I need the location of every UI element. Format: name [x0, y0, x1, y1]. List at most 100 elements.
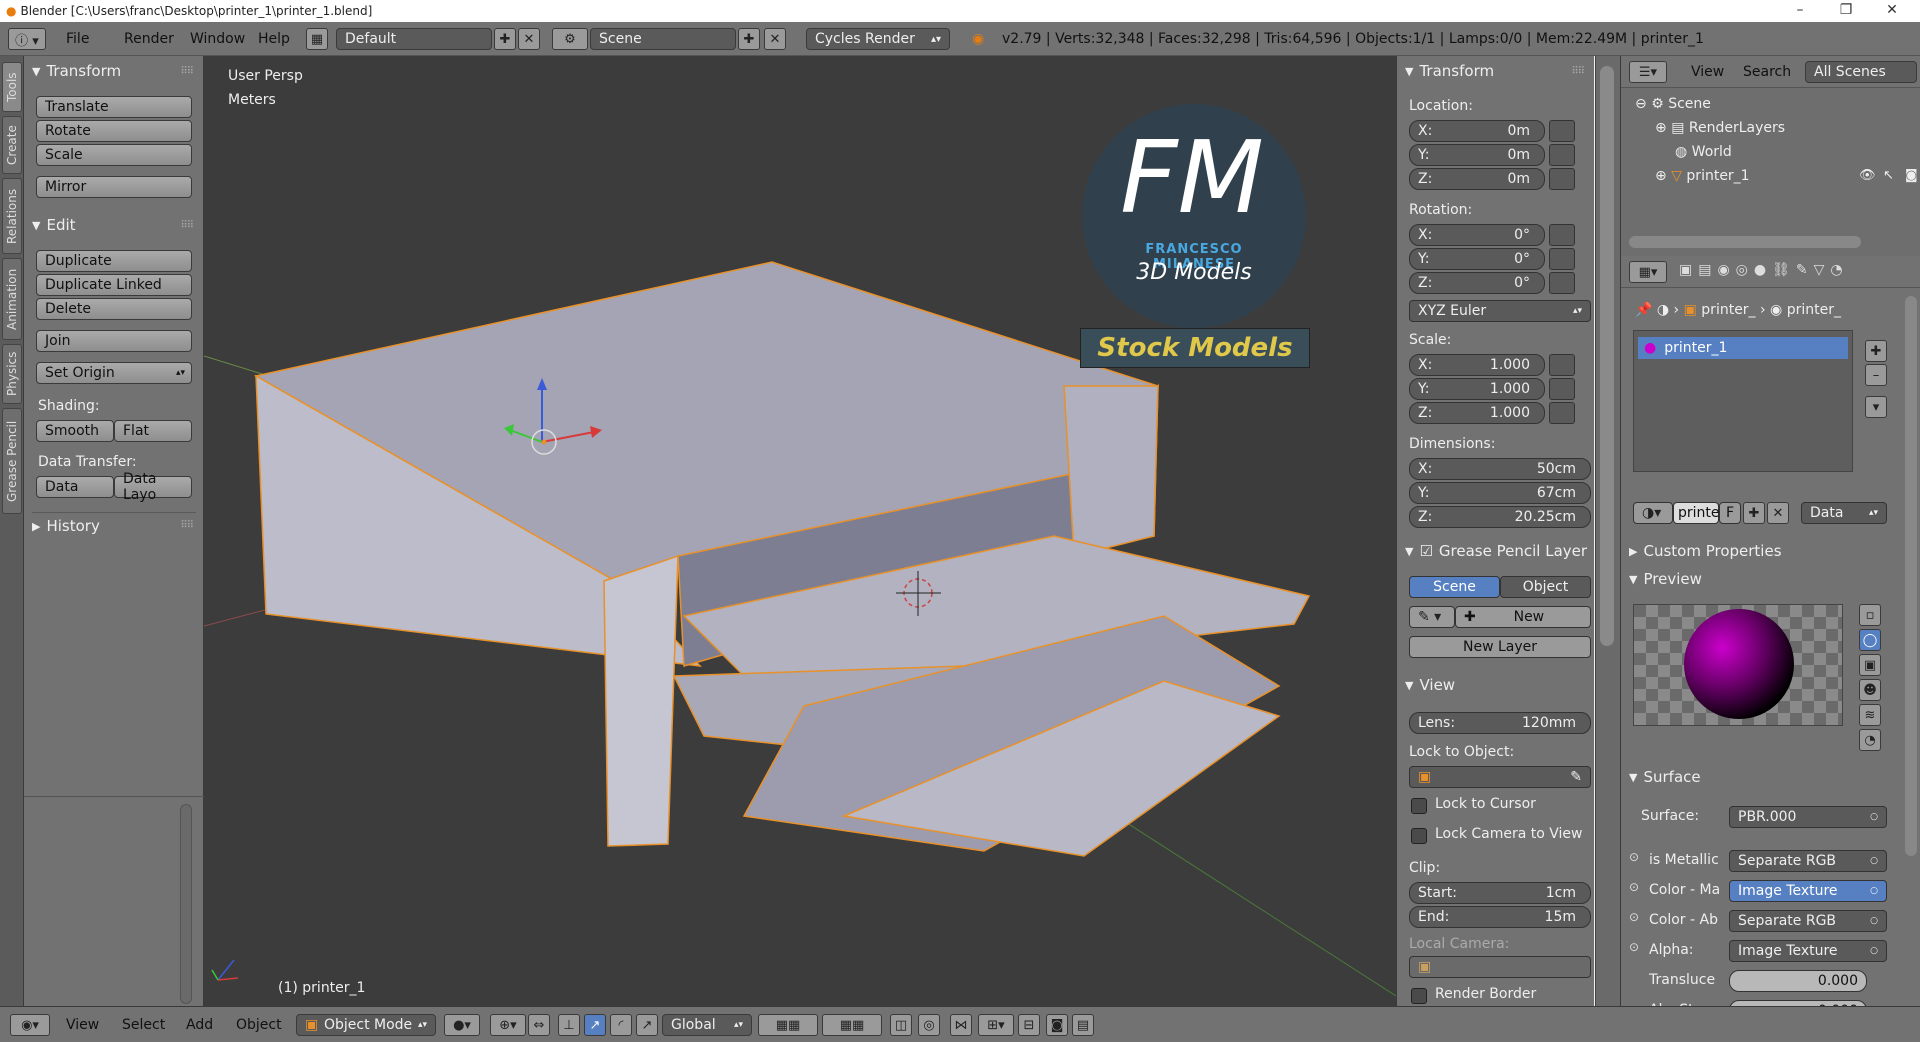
rotation-mode-select[interactable]: XYZ Euler ▴▾ [1409, 300, 1591, 322]
preview-cube-icon[interactable]: ▣ [1859, 654, 1881, 676]
3d-view-editor-icon[interactable]: ◉▾ [10, 1014, 50, 1036]
fake-user-toggle[interactable]: F [1719, 502, 1741, 524]
lock-icon[interactable] [1549, 168, 1575, 190]
proportional-edit-icon[interactable]: ◎ [918, 1014, 940, 1036]
scene-field[interactable]: Scene [590, 28, 736, 50]
edit-panel-header[interactable]: ▼ Edit [32, 216, 76, 234]
translate-button[interactable]: Translate [36, 96, 192, 118]
material-link-select[interactable]: Data ▴▾ [1801, 502, 1887, 524]
add-scene-icon[interactable]: ✚ [738, 28, 760, 50]
combined-manipulator-icon[interactable]: ↗ [636, 1014, 658, 1036]
history-panel-header[interactable]: ▶ History [32, 512, 196, 535]
preview-flat-icon[interactable]: ▫ [1859, 604, 1881, 626]
specials-menu-icon[interactable]: ▾ [1865, 396, 1887, 418]
expand-socket-icon[interactable]: ⊙ [1629, 880, 1639, 894]
scrollbar[interactable] [180, 804, 192, 1004]
add-material-icon[interactable]: ✚ [1743, 502, 1765, 524]
scene-icon[interactable]: ⚙ [552, 28, 588, 50]
dimension-z-field[interactable]: Z: 20.25cm [1409, 506, 1591, 528]
mode-select[interactable]: ▣ Object Mode ▴▾ [296, 1014, 436, 1036]
local-camera-field[interactable]: ▣ [1409, 956, 1591, 978]
select-menu[interactable]: Select [122, 1014, 165, 1036]
scale-button[interactable]: Scale [36, 144, 192, 166]
lock-icon[interactable] [1549, 272, 1575, 294]
drag-grip-icon[interactable]: ⠿⠿ [180, 520, 194, 531]
outliner-filter-select[interactable]: All Scenes [1805, 61, 1917, 83]
rotation-x-field[interactable]: X: 0° [1409, 224, 1545, 246]
tab-relations[interactable]: Relations [2, 178, 22, 254]
material-slot-item[interactable]: ● printer_1 [1638, 337, 1848, 359]
sidebar-scrollbar[interactable] [1595, 56, 1621, 1006]
expand-socket-icon[interactable]: ⊙ [1629, 910, 1639, 924]
socket-link-select[interactable]: Separate RGB ○ [1729, 910, 1887, 932]
object-menu[interactable]: Object [236, 1014, 282, 1036]
expand-icon[interactable]: ⊕ [1655, 120, 1667, 136]
layout-icon[interactable]: ▦ [306, 27, 328, 51]
renderable-camera-icon[interactable]: ◙ [1905, 168, 1918, 183]
outliner-search-menu[interactable]: Search [1743, 64, 1791, 80]
drag-grip-icon[interactable]: ⠿⠿ [180, 66, 194, 77]
editor-type-button[interactable]: ⓘ ▾ [8, 27, 46, 51]
lock-to-cursor-checkbox[interactable] [1411, 798, 1427, 814]
clip-end-field[interactable]: End: 15m [1409, 906, 1591, 928]
preview-monkey-icon[interactable]: ☻ [1859, 679, 1881, 701]
outliner-item-world[interactable]: ◍ World [1675, 144, 1732, 160]
tab-grease-pencil[interactable]: Grease Pencil [2, 408, 22, 514]
expand-icon[interactable]: ⊕ [1655, 168, 1667, 184]
material-name-field[interactable]: printe [1673, 502, 1720, 524]
tab-animation[interactable]: Animation [2, 258, 22, 340]
preview-sky-icon[interactable]: ◔ [1859, 729, 1881, 751]
scale-y-field[interactable]: Y: 1.000 [1409, 378, 1545, 400]
pivot-point-icon[interactable]: ⊕▾ [490, 1014, 526, 1036]
outliner-item-renderlayers[interactable]: ⊕ ▤ RenderLayers [1655, 120, 1785, 136]
orientation-select[interactable]: Global ▴▾ [662, 1014, 752, 1036]
manipulator-toggle-icon[interactable]: ⇔ [528, 1014, 550, 1036]
lock-object-field[interactable]: ▣ ✎ [1409, 766, 1591, 788]
eyedropper-icon[interactable]: ✎ [1570, 769, 1582, 785]
smooth-button[interactable]: Smooth [36, 420, 114, 442]
delete-button[interactable]: Delete [36, 298, 192, 320]
properties-scrollbar[interactable] [1905, 296, 1917, 856]
custom-properties-header[interactable]: ▶ Custom Properties [1629, 542, 1782, 560]
lens-field[interactable]: Lens: 120mm [1409, 712, 1591, 734]
preview-hair-icon[interactable]: ≋ [1859, 704, 1881, 726]
socket-link-select[interactable]: Image Texture ○ [1729, 940, 1887, 962]
join-button[interactable]: Join [36, 330, 192, 352]
render-engine-select[interactable]: Cycles Render ▴▾ [806, 28, 950, 50]
unlink-material-icon[interactable]: ✕ [1767, 502, 1789, 524]
add-menu[interactable]: Add [186, 1014, 213, 1036]
collapse-icon[interactable]: ⊖ [1635, 96, 1647, 112]
lock-icon[interactable] [1549, 248, 1575, 270]
outliner-editor-icon[interactable]: ☰▾ [1629, 61, 1667, 83]
rotation-z-field[interactable]: Z: 0° [1409, 272, 1545, 294]
location-y-field[interactable]: Y: 0m [1409, 144, 1545, 166]
lock-icon[interactable] [1549, 402, 1575, 424]
rotation-y-field[interactable]: Y: 0° [1409, 248, 1545, 270]
render-still-icon[interactable]: ◙ [1046, 1014, 1068, 1036]
duplicate-button[interactable]: Duplicate [36, 250, 192, 272]
drag-grip-icon[interactable]: ⠿⠿ [1571, 66, 1585, 77]
properties-editor-icon[interactable]: ▦▾ [1629, 261, 1667, 283]
view-menu[interactable]: View [66, 1014, 99, 1036]
3d-viewport[interactable]: User Persp Meters (1) printer_1 FM FRANC… [204, 56, 1396, 1006]
menu-window[interactable]: Window [190, 27, 245, 51]
set-origin-select[interactable]: Set Origin ▴▾ [36, 362, 192, 384]
translate-manipulator-icon[interactable]: ⊥ [558, 1014, 580, 1036]
browse-material-icon[interactable]: ◑▾ [1633, 502, 1673, 524]
tab-tools[interactable]: Tools [2, 62, 22, 112]
location-z-field[interactable]: Z: 0m [1409, 168, 1545, 190]
preview-panel-header[interactable]: ▼ Preview [1629, 570, 1702, 588]
render-animation-icon[interactable]: ▤ [1072, 1014, 1094, 1036]
snap-element-icon[interactable]: ⊞▾ [978, 1014, 1014, 1036]
surface-panel-header[interactable]: ▼ Surface [1629, 768, 1701, 786]
remove-slot-icon[interactable]: – [1865, 364, 1887, 386]
layers-grid-icon[interactable]: ▦▦ [758, 1014, 818, 1036]
add-layout-icon[interactable]: ✚ [494, 28, 516, 50]
drag-grip-icon[interactable]: ⠿⠿ [180, 220, 194, 231]
lock-icon[interactable] [1549, 378, 1575, 400]
lock-icon[interactable] [1549, 224, 1575, 246]
scale-manipulator-icon[interactable]: ◜ [610, 1014, 632, 1036]
lock-layers-icon[interactable]: ◫ [890, 1014, 912, 1036]
transform-panel-header[interactable]: ▼ Transform [1405, 62, 1494, 80]
translucency-slider[interactable]: 0.000 [1729, 970, 1867, 992]
